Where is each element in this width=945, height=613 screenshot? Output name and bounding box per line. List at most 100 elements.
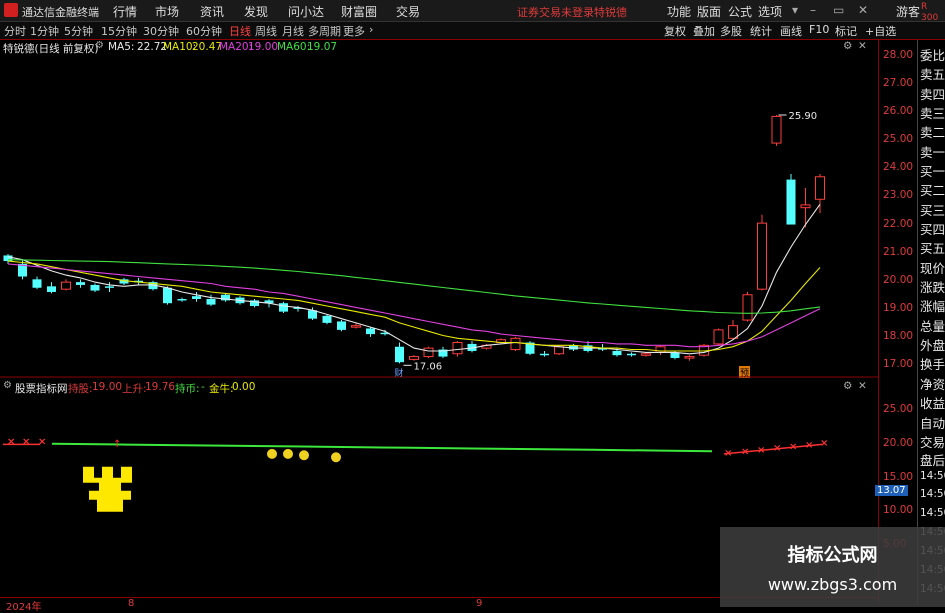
smiley-icon xyxy=(331,452,341,463)
adjust-button[interactable]: 复权 xyxy=(664,23,686,39)
candle-body xyxy=(90,284,100,291)
candle-body xyxy=(409,356,419,360)
side-label: 买一 xyxy=(920,164,945,179)
mark-button[interactable]: 标记 xyxy=(835,23,857,39)
tab-daily[interactable]: 日线 xyxy=(229,23,251,39)
price-tick-label: 22.00 xyxy=(883,217,914,230)
ma-line-ma60 xyxy=(7,259,821,314)
side-label: 换手 xyxy=(920,357,945,372)
tab-multi-period[interactable]: 多周期 xyxy=(308,23,341,39)
app-logo-icon xyxy=(4,3,18,17)
login-notice[interactable]: 证券交易未登录 xyxy=(517,4,594,20)
ma-line-ma10 xyxy=(7,260,821,352)
ma-line-ma5 xyxy=(7,203,821,355)
candle-body xyxy=(510,337,521,351)
menu-item-options[interactable]: 选项 xyxy=(758,3,782,20)
indicator-settings-icon[interactable]: ⚙ xyxy=(843,380,852,392)
tab-5min[interactable]: 5分钟 xyxy=(64,23,93,39)
main-chart[interactable]: 25.9017.06财 预× × × ↑× × × × × × × xyxy=(0,40,878,597)
indicator-info-bar: ⚙ 股票指标网 持股: 19.00 上升: 19.76 持币: - 金牛: 0.… xyxy=(0,380,870,395)
menu-item-discover[interactable]: 发现 xyxy=(244,3,268,20)
side-label[interactable]: 交易 xyxy=(920,432,945,451)
menu-item-trade[interactable]: 交易 xyxy=(396,3,420,20)
overlay-button[interactable]: 叠加 xyxy=(693,23,715,39)
draw-button[interactable]: 画线 xyxy=(780,23,802,39)
gold-value: 0.00 xyxy=(232,381,256,393)
indicator-close-icon[interactable]: ✕ xyxy=(858,380,867,392)
menu-item-ask[interactable]: 问小达 xyxy=(288,3,324,20)
candle-body xyxy=(423,347,434,358)
price-axis: 28.00 27.00 26.00 25.00 24.00 23.00 22.00 21.00… xyxy=(875,40,917,605)
candle-body xyxy=(627,353,636,356)
candle-body xyxy=(105,286,114,288)
add-watchlist-button[interactable]: +自选 xyxy=(865,23,896,39)
settings-icon[interactable]: ⚙ xyxy=(843,40,852,52)
menu-item-market[interactable]: 市场 xyxy=(155,3,179,20)
sell-x-marker: × xyxy=(7,437,15,448)
indicator-name: 股票指标网 xyxy=(15,383,68,395)
menu-item-formula[interactable]: 公式 xyxy=(728,3,752,20)
stock-title: 特锐德(日线 前复权) xyxy=(3,43,99,55)
minimize-icon[interactable]: – xyxy=(810,3,816,17)
settings-gear-icon[interactable]: ⚙ xyxy=(95,40,104,51)
maximize-icon[interactable]: ▭ xyxy=(833,3,844,17)
gold-label: 金牛: xyxy=(209,383,234,395)
side-label: 卖三 xyxy=(920,106,945,121)
candle-body xyxy=(192,296,201,299)
hold-label: 持股: xyxy=(68,383,93,395)
tab-30min[interactable]: 30分钟 xyxy=(143,23,179,39)
multi-stock-button[interactable]: 多股 xyxy=(720,23,742,39)
tab-more[interactable]: 更多 xyxy=(343,23,365,39)
candle-body xyxy=(351,325,361,328)
candle-body xyxy=(554,346,564,355)
indicator-gear-icon[interactable]: ⚙ xyxy=(3,380,12,391)
price-tick-label: 21.00 xyxy=(883,245,914,258)
stats-button[interactable]: 统计 xyxy=(750,23,772,39)
side-label[interactable]: 盘后 xyxy=(920,450,945,469)
side-label[interactable]: 14:50 xyxy=(920,470,945,482)
menu-item-guest[interactable]: 游客 xyxy=(896,3,920,20)
stock-link[interactable]: 特锐德 xyxy=(594,4,627,20)
tab-intraday[interactable]: 分时 xyxy=(4,23,26,39)
close-panel-icon[interactable]: ✕ xyxy=(858,40,867,52)
side-label: 买二 xyxy=(920,183,945,198)
tab-15min[interactable]: 15分钟 xyxy=(101,23,137,39)
menu-item-wealth[interactable]: 财富圈 xyxy=(341,3,377,20)
tab-1min[interactable]: 1分钟 xyxy=(30,23,59,39)
candle-body xyxy=(337,321,346,330)
f10-button[interactable]: F10 xyxy=(809,23,829,36)
side-label: 收益 xyxy=(920,396,945,411)
candle-body xyxy=(728,325,738,339)
candle-body xyxy=(742,294,753,321)
side-label: 卖四 xyxy=(920,87,945,102)
side-label: 买五 xyxy=(920,241,945,256)
x-label-year: 2024年 xyxy=(6,602,42,613)
ma60-value: 19.07 xyxy=(307,41,338,53)
close-icon[interactable]: ✕ xyxy=(858,3,868,17)
candle-body xyxy=(612,350,622,356)
candle-body xyxy=(713,329,724,345)
side-label: 卖五 xyxy=(920,67,945,82)
menu-item-quotes[interactable]: 行情 xyxy=(113,3,137,20)
candle-body xyxy=(206,298,216,305)
tab-60min[interactable]: 60分钟 xyxy=(186,23,222,39)
side-label[interactable]: 14:50 xyxy=(920,488,945,500)
candle-body xyxy=(786,179,796,225)
price-tick-label: 20.00 xyxy=(883,273,914,286)
menu-item-layout[interactable]: 版面 xyxy=(697,3,721,20)
dropdown-icon[interactable]: ▾ xyxy=(792,3,798,17)
rise-label: 上升: xyxy=(122,383,147,395)
sell-x-marker: × xyxy=(38,437,46,448)
indicator-line xyxy=(51,442,713,453)
menu-item-function[interactable]: 功能 xyxy=(667,3,691,20)
menu-item-news[interactable]: 资讯 xyxy=(200,3,224,20)
tab-monthly[interactable]: 月线 xyxy=(282,23,304,39)
tab-weekly[interactable]: 周线 xyxy=(255,23,277,39)
chevron-right-icon[interactable]: › xyxy=(369,23,373,36)
side-top-label: 300 xyxy=(921,13,939,23)
side-label[interactable]: 14:50 xyxy=(920,507,945,519)
side-label: 涨幅 xyxy=(920,299,945,314)
indicator-tick-label: 15.00 xyxy=(883,470,914,483)
side-label[interactable]: 自动 xyxy=(920,413,945,432)
app-name: 通达信金融终端 xyxy=(22,6,99,19)
